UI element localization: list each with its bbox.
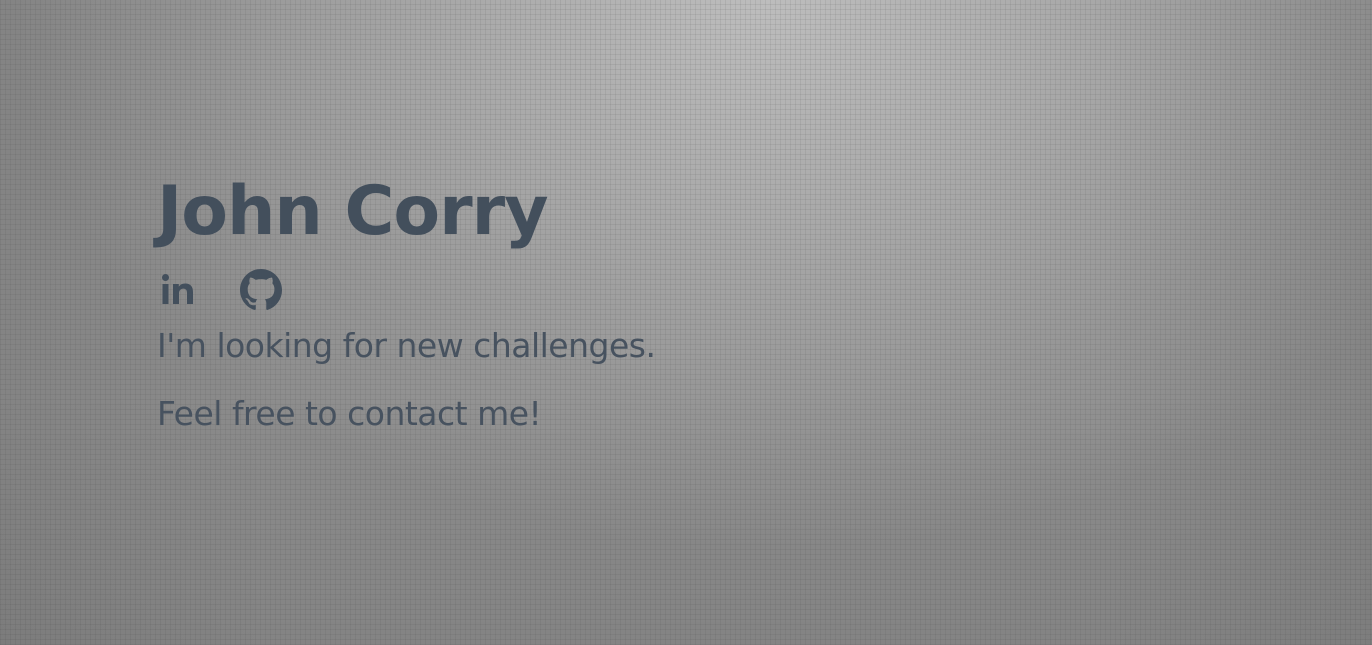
github-link[interactable] [239,268,283,312]
hero-section: John Corry I'm looking for new challenge… [157,170,656,436]
github-icon [240,269,282,311]
social-links [157,266,655,314]
tagline-text: I'm looking for new challenges. [157,326,656,365]
page-title: John Corry [157,172,549,251]
linkedin-icon [159,270,199,310]
contact-text: Feel free to contact me! [157,394,542,433]
linkedin-link[interactable] [157,268,201,312]
